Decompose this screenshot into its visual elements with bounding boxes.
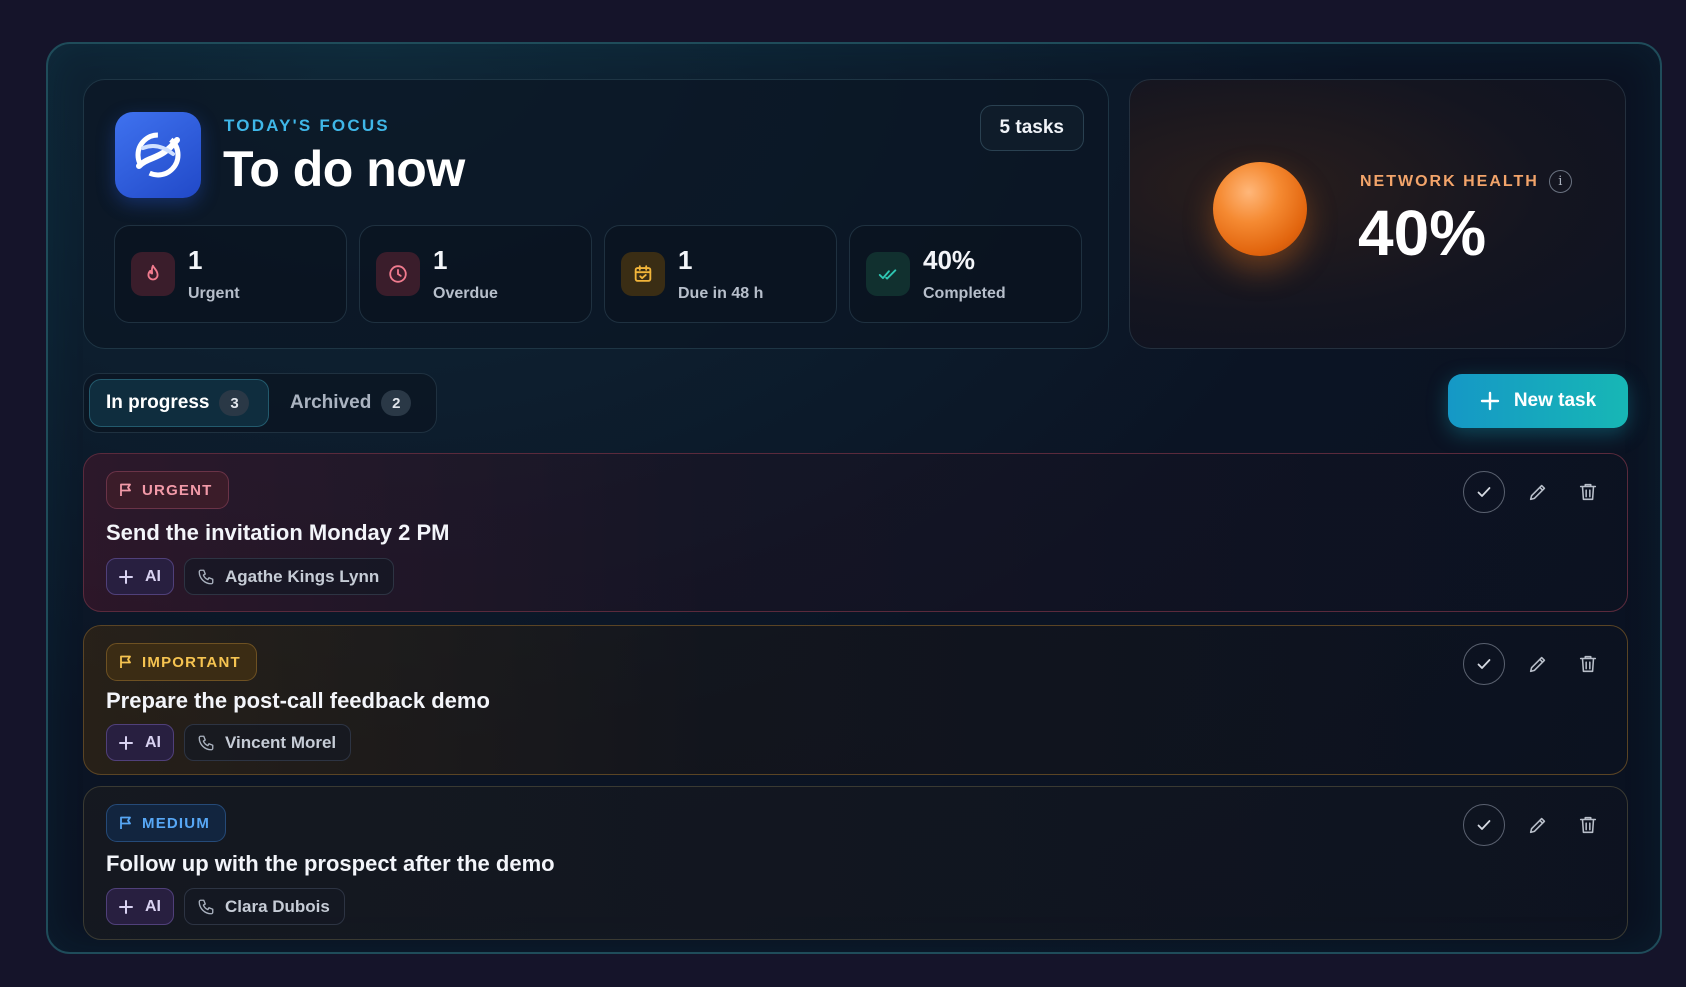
priority-label: IMPORTANT xyxy=(142,653,241,671)
priority-badge: URGENT xyxy=(106,471,229,509)
contact-chip[interactable]: Vincent Morel xyxy=(184,724,352,761)
task-title: Prepare the post-call feedback demo xyxy=(106,688,490,713)
plus-icon xyxy=(119,735,133,750)
phone-icon xyxy=(198,735,214,750)
pencil-icon xyxy=(1529,656,1546,673)
task-count-badge: 5 tasks xyxy=(979,105,1084,151)
edit-button[interactable] xyxy=(1521,808,1555,842)
add-ai-button[interactable]: AI xyxy=(106,888,174,925)
phone-icon xyxy=(198,569,214,584)
section-eyebrow: TODAY'S FOCUS xyxy=(224,116,390,135)
plus-icon xyxy=(119,569,133,584)
flag-icon xyxy=(120,816,131,829)
stat-value: 1 xyxy=(433,245,448,275)
task-actions xyxy=(1463,804,1605,846)
stat-label: Completed xyxy=(923,285,1006,302)
clock-icon xyxy=(376,252,420,296)
new-task-label: New task xyxy=(1513,390,1597,411)
network-health-title: NETWORK HEALTH xyxy=(1360,172,1539,190)
stat-card-completed[interactable]: 40% Completed xyxy=(849,225,1082,323)
swirl-logo-icon xyxy=(115,112,201,198)
tab-label: In progress xyxy=(106,392,210,413)
contact-name: Vincent Morel xyxy=(225,732,337,752)
delete-button[interactable] xyxy=(1571,647,1605,681)
page-title: To do now xyxy=(223,141,465,197)
pencil-icon xyxy=(1529,817,1546,834)
stat-value: 1 xyxy=(188,245,203,275)
tab-count-badge: 3 xyxy=(219,390,250,416)
delete-button[interactable] xyxy=(1571,475,1605,509)
double-check-icon xyxy=(866,252,910,296)
check-icon xyxy=(1477,487,1491,497)
ai-label: AI xyxy=(145,567,161,585)
complete-button[interactable] xyxy=(1463,804,1505,846)
trash-icon xyxy=(1579,816,1597,834)
flame-icon xyxy=(131,252,175,296)
contact-chip[interactable]: Clara Dubois xyxy=(184,888,345,925)
edit-button[interactable] xyxy=(1521,475,1555,509)
stat-card-due-48h[interactable]: 1 Due in 48 h xyxy=(604,225,837,323)
ai-label: AI xyxy=(145,897,161,915)
contact-name: Agathe Kings Lynn xyxy=(225,566,380,586)
complete-button[interactable] xyxy=(1463,643,1505,685)
task-tabs: In progress 3 Archived 2 xyxy=(83,373,437,433)
complete-button[interactable] xyxy=(1463,471,1505,513)
trash-icon xyxy=(1579,655,1597,673)
stat-label: Urgent xyxy=(188,285,240,302)
calendar-icon xyxy=(621,252,665,296)
task-chips: AI Vincent Morel xyxy=(106,724,352,761)
network-health-panel: NETWORK HEALTH i 40% xyxy=(1129,79,1626,349)
task-chips: AI Agathe Kings Lynn xyxy=(106,558,395,595)
task-title: Follow up with the prospect after the de… xyxy=(106,851,555,876)
check-icon xyxy=(1477,659,1491,669)
focus-panel: TODAY'S FOCUS To do now 5 tasks 1 Urgent xyxy=(83,79,1109,349)
tab-count-badge: 2 xyxy=(381,390,412,416)
info-icon[interactable]: i xyxy=(1548,170,1572,193)
pencil-icon xyxy=(1529,484,1546,501)
tab-label: Archived xyxy=(290,392,372,413)
stat-label: Due in 48 h xyxy=(678,285,764,302)
task-card[interactable]: IMPORTANT Prepare the post-call feedback… xyxy=(83,625,1628,775)
stats-row: 1 Urgent 1 Overdue 1 Due in 48 h 40% Com… xyxy=(114,225,1082,323)
task-chips: AI Clara Dubois xyxy=(106,888,345,925)
trash-icon xyxy=(1579,483,1597,501)
task-dashboard-window: TODAY'S FOCUS To do now 5 tasks 1 Urgent xyxy=(46,42,1662,954)
new-task-button[interactable]: New task xyxy=(1448,374,1628,428)
task-actions xyxy=(1463,643,1605,685)
flag-icon xyxy=(120,483,131,496)
edit-button[interactable] xyxy=(1521,647,1555,681)
phone-icon xyxy=(198,899,214,914)
priority-badge: IMPORTANT xyxy=(106,643,257,681)
stat-label: Overdue xyxy=(433,285,498,302)
stat-card-overdue[interactable]: 1 Overdue xyxy=(359,225,592,323)
stat-value: 1 xyxy=(678,245,693,275)
task-card[interactable]: MEDIUM Follow up with the prospect after… xyxy=(83,786,1628,940)
priority-badge: MEDIUM xyxy=(106,804,227,842)
check-icon xyxy=(1477,820,1491,830)
ai-label: AI xyxy=(145,733,161,751)
network-health-label: NETWORK HEALTH i xyxy=(1360,170,1572,193)
add-ai-button[interactable]: AI xyxy=(106,558,174,595)
task-title: Send the invitation Monday 2 PM xyxy=(106,520,450,545)
task-actions xyxy=(1463,471,1605,513)
priority-label: URGENT xyxy=(142,481,213,499)
add-ai-button[interactable]: AI xyxy=(106,724,174,761)
delete-button[interactable] xyxy=(1571,808,1605,842)
flag-icon xyxy=(120,655,131,668)
contact-name: Clara Dubois xyxy=(225,896,330,916)
contact-chip[interactable]: Agathe Kings Lynn xyxy=(184,558,395,595)
network-health-value: 40% xyxy=(1358,197,1487,269)
priority-label: MEDIUM xyxy=(142,814,211,832)
health-orb-icon xyxy=(1213,162,1307,256)
tab-archived[interactable]: Archived 2 xyxy=(274,379,424,427)
task-card[interactable]: URGENT Send the invitation Monday 2 PM A… xyxy=(83,453,1628,612)
plus-icon xyxy=(119,899,133,914)
stat-value: 40% xyxy=(923,245,976,275)
tab-in-progress[interactable]: In progress 3 xyxy=(89,379,269,427)
plus-icon xyxy=(1480,391,1500,411)
stat-card-urgent[interactable]: 1 Urgent xyxy=(114,225,347,323)
